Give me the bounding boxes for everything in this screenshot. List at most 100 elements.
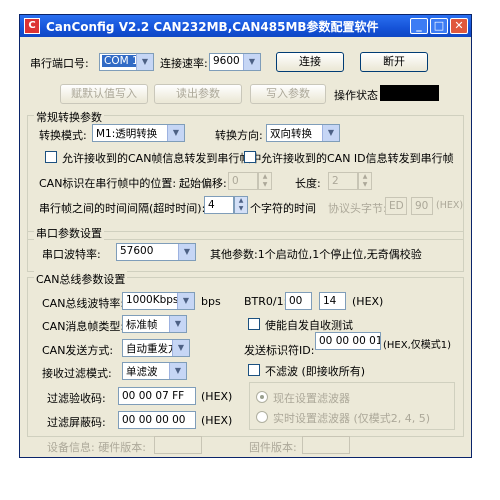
serial-baud-label: 串口波特率: (42, 248, 101, 261)
minimize-button[interactable]: _ (410, 18, 428, 34)
length-label: 长度: (295, 177, 321, 190)
offset-spinner[interactable]: ▲ ▼ (258, 172, 272, 190)
filter-code-label: 过滤验收码: (47, 392, 106, 405)
firmware-version-label: 固件版本: (249, 441, 297, 454)
status-label: 操作状态 (334, 89, 378, 102)
chevron-down-icon: ▼ (172, 340, 189, 356)
canid-to-serial-checkbox[interactable] (244, 151, 256, 163)
bus-baud-select[interactable]: 1000Kbps ▼ (122, 292, 195, 310)
serial-params-title: 串口参数设置 (34, 225, 104, 241)
connect-button[interactable]: 连接 (276, 52, 344, 72)
filter-mask-unit: (HEX) (201, 414, 233, 427)
filter-mode-label: 接收过滤模式: (42, 367, 112, 380)
conventional-group-title: 常规转换参数 (34, 109, 104, 125)
frame-type-select[interactable]: 标准帧 ▼ (122, 315, 187, 333)
filter-realtime-label: 实时设置滤波器 (仅模式2, 4, 5) (273, 412, 431, 425)
filter-code-input[interactable]: 00 00 07 FF (118, 387, 196, 405)
write-params-button[interactable]: 写入参数 (250, 84, 326, 104)
can-params-title: CAN总线参数设置 (34, 271, 128, 287)
header-byte2-input[interactable]: 90 (411, 197, 433, 215)
chevron-down-icon: ▼ (167, 125, 184, 141)
btr1-input[interactable]: 14 (319, 292, 346, 310)
header-byte1-input[interactable]: ED (385, 197, 407, 215)
bus-baud-unit: bps (201, 295, 221, 308)
length-spinner[interactable]: ▲ ▼ (358, 172, 372, 190)
canid-to-serial-label: 允许接收到的CAN ID信息转发到串行帧 (261, 152, 454, 165)
baud-value: 9600 (213, 55, 240, 67)
chevron-down-icon: ▼ (322, 125, 339, 141)
close-icon: ✕ (454, 19, 464, 32)
can-position-label: CAN标识在串行帧中的位置: (39, 177, 177, 190)
port-label: 串行端口号: (30, 57, 89, 70)
port-value: COM 1 (102, 55, 141, 67)
can-to-serial-label: 允许接收到的CAN帧信息转发到串行帧中 (62, 152, 262, 165)
btr-unit: (HEX) (352, 295, 384, 308)
no-filter-checkbox[interactable] (248, 364, 260, 376)
direction-label: 转换方向: (215, 129, 263, 142)
chevron-down-icon: ▼ (169, 316, 186, 332)
send-mode-select[interactable]: 自动重发方式 ▼ (122, 339, 190, 357)
serial-baud-value: 57600 (120, 245, 154, 257)
self-test-label: 使能自发自收测试 (265, 319, 353, 332)
firmware-version-field (302, 436, 350, 454)
filter-realtime-radio[interactable] (256, 411, 268, 423)
offset-label: 起始偏移: (179, 177, 227, 190)
btr0-input[interactable]: 00 (285, 292, 312, 310)
interval-unit: 个字符的时间 (250, 202, 316, 215)
direction-select[interactable]: 双向转换 ▼ (266, 124, 340, 142)
close-button[interactable]: ✕ (450, 18, 468, 34)
disconnect-button[interactable]: 断开 (360, 52, 428, 72)
mode-label: 转换模式: (39, 129, 87, 142)
filter-now-label: 现在设置滤波器 (273, 392, 350, 405)
maximize-icon: □ (433, 19, 445, 32)
chevron-down-icon: ▼ (178, 244, 195, 260)
header-unit: (HEX) (436, 200, 464, 211)
chevron-down-icon: ▼ (169, 363, 186, 379)
send-id-unit: (HEX,仅模式1) (383, 340, 452, 351)
hardware-version-label: 设备信息: 硬件版本: (47, 441, 146, 454)
minimize-icon: _ (416, 19, 422, 32)
offset-input[interactable]: 0 (228, 172, 258, 190)
chevron-down-icon: ▼ (136, 54, 153, 70)
baud-label: 连接速率: (160, 57, 208, 70)
app-icon: C (24, 18, 40, 34)
maximize-button[interactable]: □ (430, 18, 448, 34)
write-default-button[interactable]: 赋默认值写入 (60, 84, 148, 104)
serial-other-info: 其他参数:1个启动位,1个停止位,无奇偶校验 (210, 248, 422, 261)
self-test-checkbox[interactable] (248, 318, 260, 330)
filter-mode-value: 单滤波 (126, 366, 158, 378)
mode-value: M1:透明转换 (96, 128, 158, 140)
bus-baud-value: 1000Kbps (126, 294, 179, 306)
filter-mask-label: 过滤屏蔽码: (47, 416, 106, 429)
interval-input[interactable]: 4 (204, 196, 234, 214)
bus-baud-label: CAN总线波特率: (42, 297, 125, 310)
config-window: C CanConfig V2.2 CAN232MB,CAN485MB参数配置软件… (19, 14, 472, 458)
port-select[interactable]: COM 1 ▼ (99, 53, 154, 71)
btr-label: BTR0/1: (244, 295, 288, 308)
filter-mask-input[interactable]: 00 00 00 00 (118, 411, 196, 429)
interval-label: 串行帧之间的时间间隔(超时时间): (39, 202, 206, 215)
baud-select[interactable]: 9600 ▼ (209, 53, 261, 71)
filter-mode-select[interactable]: 单滤波 ▼ (122, 362, 187, 380)
read-params-button[interactable]: 读出参数 (154, 84, 242, 104)
send-id-label: 发送标识符ID: (244, 344, 315, 357)
send-mode-label: CAN发送方式: (42, 344, 114, 357)
frame-type-value: 标准帧 (126, 319, 158, 331)
title-bar: C CanConfig V2.2 CAN232MB,CAN485MB参数配置软件… (20, 15, 471, 37)
send-id-input[interactable]: 00 00 00 01 (315, 332, 381, 350)
chevron-down-icon: ▼ (177, 293, 194, 309)
serial-baud-select[interactable]: 57600 ▼ (116, 243, 196, 261)
length-input[interactable]: 2 (328, 172, 358, 190)
hardware-version-field (154, 436, 202, 454)
filter-now-radio[interactable] (256, 391, 268, 403)
header-label: 协议头字节: (328, 202, 387, 215)
frame-type-label: CAN消息帧类型: (42, 320, 125, 333)
can-to-serial-checkbox[interactable] (45, 151, 57, 163)
window-title: CanConfig V2.2 CAN232MB,CAN485MB参数配置软件 (46, 20, 379, 34)
chevron-down-icon: ▼ (243, 54, 260, 70)
filter-code-unit: (HEX) (201, 390, 233, 403)
mode-select[interactable]: M1:透明转换 ▼ (92, 124, 185, 142)
no-filter-label: 不滤波 (即接收所有) (265, 365, 366, 378)
interval-spinner[interactable]: ▲ ▼ (234, 196, 248, 214)
direction-value: 双向转换 (270, 128, 312, 140)
